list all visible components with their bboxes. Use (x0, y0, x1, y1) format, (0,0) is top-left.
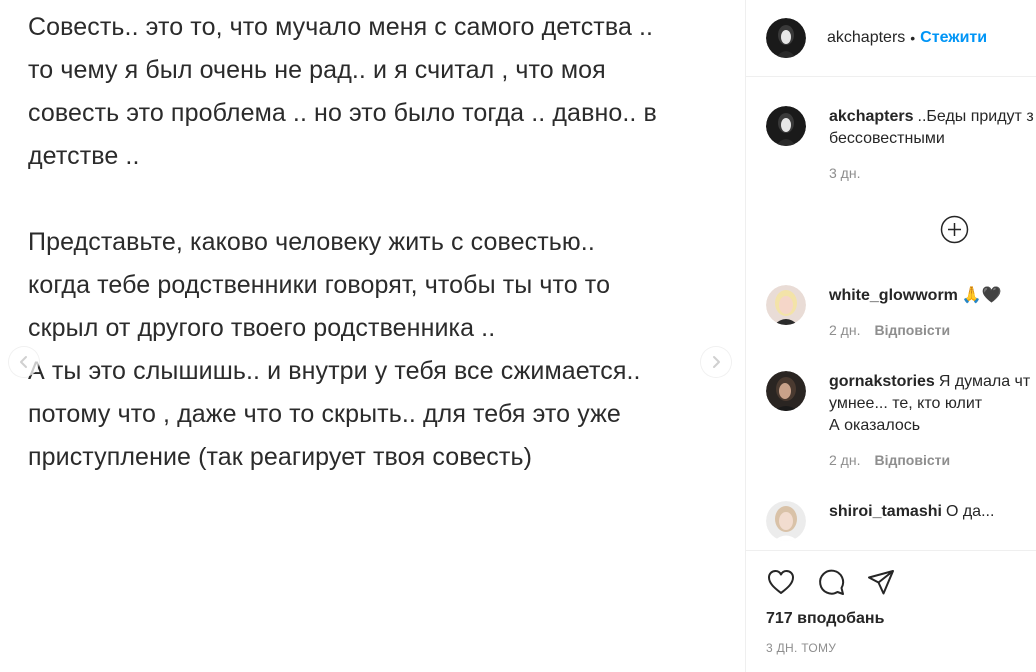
next-slide-button[interactable] (701, 347, 731, 377)
post-line: то чему я был очень не рад.. и я считал … (28, 56, 606, 84)
post-image: Совесть.. это то, что мучало меня с само… (0, 0, 745, 672)
caption-username[interactable]: akchapters (829, 108, 914, 125)
caption: akchapters ..Беды придут з бессовестными … (766, 106, 1036, 184)
comment-time: 2 дн. (829, 322, 861, 338)
chevron-left-icon (20, 356, 27, 368)
post-side-panel: akchapters • Стежити akchapters ..Беды пр… (746, 0, 1036, 672)
avatar[interactable] (766, 501, 806, 541)
post-header: akchapters • Стежити (746, 0, 1036, 77)
caption-line: akchapters ..Беды придут з (829, 106, 1036, 128)
post-line: А ты это слышишь.. и внутри у тебя все с… (28, 357, 641, 385)
comment-item: white_glowworm 🙏🖤 2 дн. Відповісти (766, 285, 1036, 341)
post-line: Представьте, каково человеку жить с сове… (28, 228, 595, 256)
comment-line: А оказалось (829, 417, 921, 434)
header-username[interactable]: akchapters (827, 29, 905, 47)
follow-button[interactable]: Стежити (920, 29, 987, 47)
header-separator: • (910, 30, 916, 46)
share-icon[interactable] (866, 567, 896, 597)
action-bar (766, 567, 896, 597)
comment-meta: 2 дн. Відповісти (829, 449, 1036, 471)
chevron-right-icon (713, 356, 720, 368)
comment-username[interactable]: white_glowworm (829, 287, 958, 304)
comment-line: умнее... те, кто юлит (829, 395, 983, 412)
comment-line: shiroi_tamashi О да... (829, 501, 1036, 523)
post-line: Совесть.. это то, что мучало меня с само… (28, 13, 654, 41)
comment-meta: 2 дн. Відповісти (829, 319, 1036, 341)
post-line: скрыл от другого твоего родственника .. (28, 314, 496, 342)
reply-button[interactable]: Відповісти (874, 452, 950, 468)
post-timestamp[interactable]: 3 ДН. ТОМУ (766, 641, 836, 655)
post-line: когда тебе родственники говорят, чтобы т… (28, 271, 611, 299)
comment-item: gornakstories Я думала чт умнее... те, кт… (766, 371, 1036, 471)
caption-body: akchapters ..Беды придут з бессовестными … (829, 106, 1036, 184)
post-paragraph: Представьте, каково человеку жить с сове… (28, 221, 728, 479)
caption-text: ..Беды придут з (917, 108, 1034, 125)
comment-line: white_glowworm 🙏🖤 (829, 285, 1036, 307)
post-line: детстве .. (28, 142, 140, 170)
previous-slide-button[interactable] (9, 347, 39, 377)
heart-icon[interactable] (766, 567, 796, 597)
caption-line: бессовестными (829, 130, 945, 147)
comment-icon[interactable] (816, 567, 846, 597)
comment-line: gornakstories Я думала чт (829, 371, 1036, 393)
comment-username[interactable]: shiroi_tamashi (829, 503, 942, 520)
post-paragraph: Совесть.. это то, что мучало меня с само… (28, 6, 728, 178)
post-text: Совесть.. это то, что мучало меня с само… (28, 6, 728, 479)
avatar[interactable] (766, 371, 806, 411)
comment-username[interactable]: gornakstories (829, 373, 935, 390)
reply-button[interactable]: Відповісти (874, 322, 950, 338)
post-line: потому что , даже что то скрыть.. для те… (28, 400, 621, 428)
plus-circle-icon (940, 215, 969, 244)
avatar[interactable] (766, 18, 806, 58)
likes-count[interactable]: 717 вподобань (766, 610, 884, 628)
post-line: приступление (так реагирует твоя совесть… (28, 443, 533, 471)
post-footer: 717 вподобань 3 ДН. ТОМУ (746, 550, 1036, 672)
caption-time: 3 дн. (829, 165, 861, 181)
comment-text: О да... (945, 503, 995, 520)
comment-text: Я думала чт (938, 373, 1031, 390)
comment-body: gornakstories Я думала чт умнее... те, кт… (829, 371, 1036, 471)
post-line: совесть это проблема .. но это было тогд… (28, 99, 657, 127)
avatar[interactable] (766, 106, 806, 146)
comment-time: 2 дн. (829, 452, 861, 468)
comments-list: akchapters ..Беды придут з бессовестными … (746, 78, 1036, 550)
load-more-comments-button[interactable] (940, 215, 969, 244)
comment-item: shiroi_tamashi О да... (766, 501, 1036, 541)
avatar[interactable] (766, 285, 806, 325)
comment-body: shiroi_tamashi О да... (829, 501, 1036, 541)
comment-text: 🙏🖤 (961, 287, 1002, 304)
comment-body: white_glowworm 🙏🖤 2 дн. Відповісти (829, 285, 1036, 341)
